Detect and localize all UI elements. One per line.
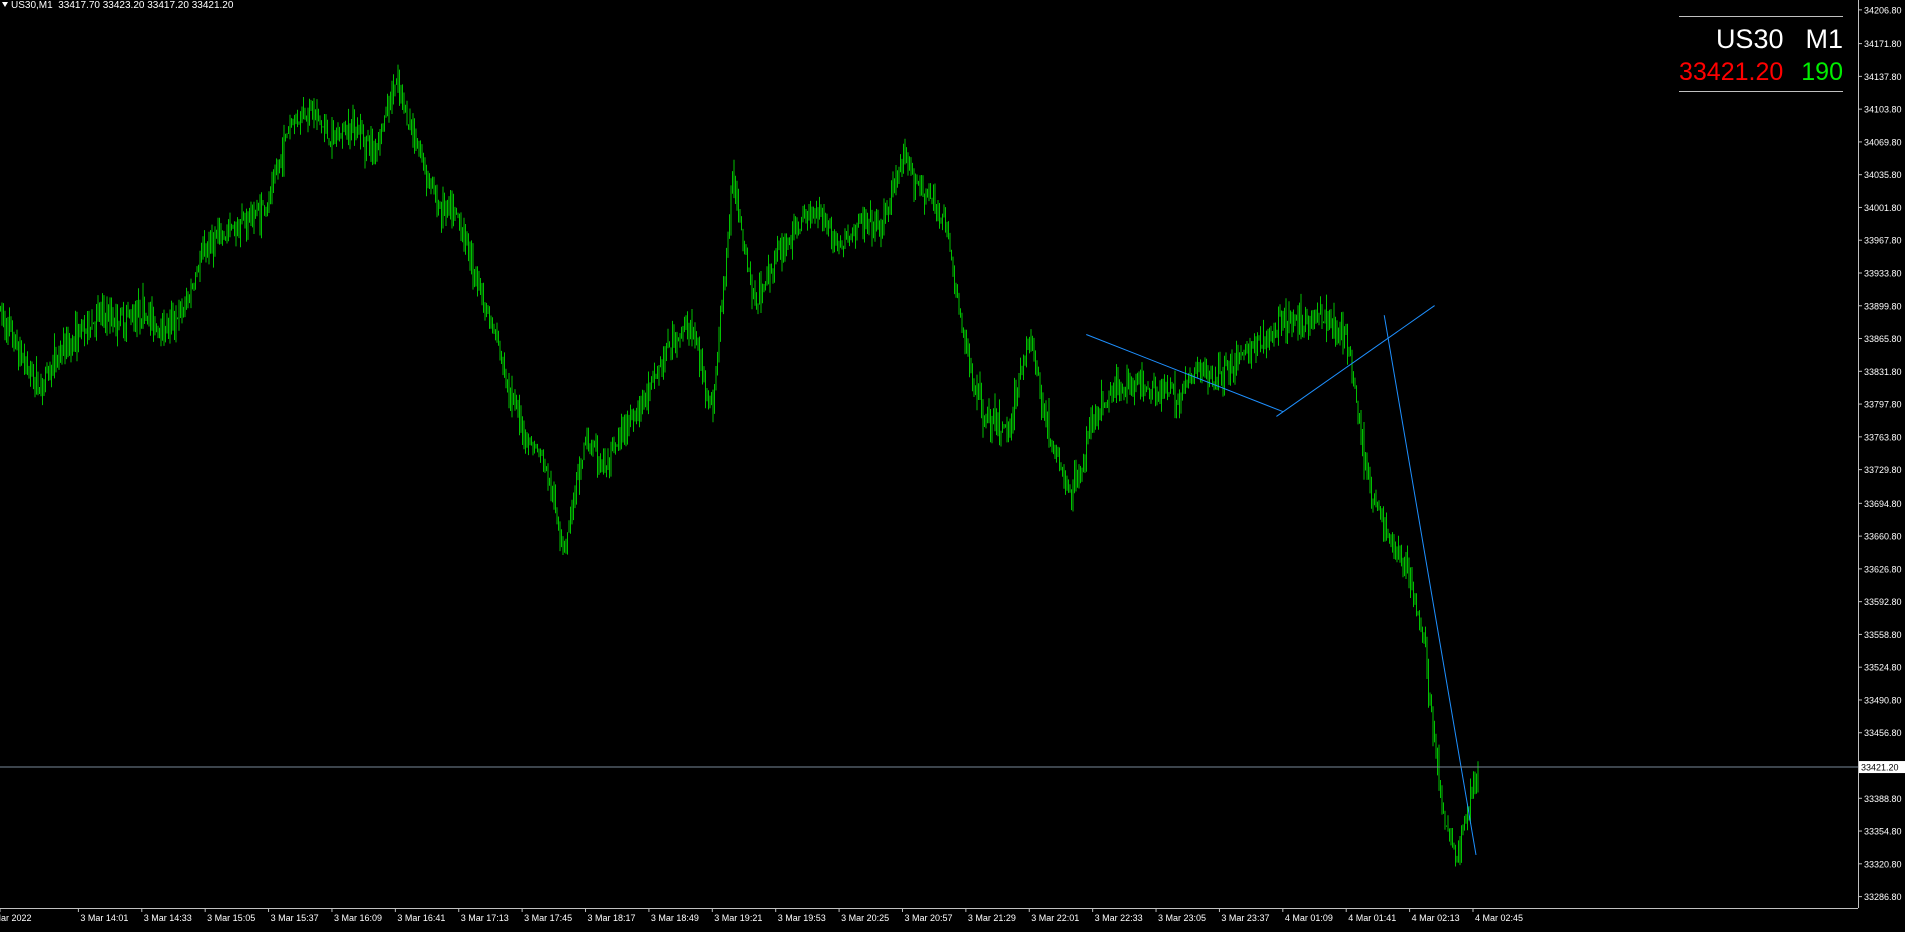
x-tick-label: 3 Mar 15:05 [207, 913, 255, 923]
panel-symbol: US30 [1715, 24, 1784, 54]
x-tick-label: 3 Mar 16:09 [334, 913, 382, 923]
symbol-info-panel: US30 M1 33421.20 190 [1679, 16, 1843, 92]
y-tick-label: 33933.80 [1864, 268, 1902, 278]
y-tick-label: 33490.80 [1864, 695, 1902, 705]
x-tick-label: 3 Mar 18:17 [588, 913, 636, 923]
x-tick-label: 3 Mar 15:37 [271, 913, 319, 923]
x-tick-label: 3 Mar 17:13 [461, 913, 509, 923]
panel-spread: 190 [1801, 58, 1843, 86]
panel-row-symbol: US30 M1 [1679, 17, 1843, 57]
chart-area[interactable]: 34206.80 34171.80 34137.80 34103.80 34069.80… [0, 0, 1905, 927]
x-tick-label: 3 Mar 19:53 [778, 913, 826, 923]
y-tick-label: 34171.80 [1864, 39, 1902, 49]
y-tick-label: 33320.80 [1864, 859, 1902, 869]
y-tick-label: 33524.80 [1864, 663, 1902, 673]
y-tick-label: 33729.80 [1864, 465, 1902, 475]
dropdown-triangle-icon[interactable] [2, 2, 8, 7]
x-tick-label: 4 Mar 02:13 [1412, 913, 1460, 923]
y-tick-label: 33388.80 [1864, 794, 1902, 804]
x-tick-label: 3 Mar 14:33 [144, 913, 192, 923]
header-ohlc: 33417.70 33423.20 33417.20 33421.20 [58, 0, 234, 11]
y-tick-label: 33694.80 [1864, 499, 1902, 509]
x-tick-label: 4 Mar 01:41 [1348, 913, 1396, 923]
x-tick-label: 3 Mar 20:25 [841, 913, 889, 923]
y-tick-label: 34069.80 [1864, 137, 1902, 147]
x-tick-label: 3 Mar 14:01 [80, 913, 128, 923]
chart-header: US30,M1 33417.70 33423.20 33417.20 33421… [0, 0, 233, 11]
panel-price: 33421.20 [1679, 58, 1784, 86]
x-tick-label: 3 Mar 18:49 [651, 913, 699, 923]
header-symbol: US30,M1 [11, 0, 53, 11]
y-tick-label: 33660.80 [1864, 532, 1902, 542]
x-tick-label: 3 Mar 23:37 [1221, 913, 1269, 923]
y-tick-label: 34035.80 [1864, 170, 1902, 180]
x-tick-label: 3 Mar 22:33 [1095, 913, 1143, 923]
y-tick-label: 33354.80 [1864, 827, 1902, 837]
x-tick-label: 2 Mar 2022 [0, 913, 32, 923]
x-tick-label: 4 Mar 02:45 [1475, 913, 1523, 923]
current-price-label: 33421.20 [1861, 763, 1899, 773]
price-chart[interactable]: 34206.80 34171.80 34137.80 34103.80 34069.80… [0, 0, 1905, 927]
y-tick-label: 33763.80 [1864, 432, 1902, 442]
y-tick-label: 34103.80 [1864, 105, 1902, 115]
y-tick-label: 33286.80 [1864, 892, 1902, 902]
y-tick-label: 33626.80 [1864, 564, 1902, 574]
y-tick-label: 34206.80 [1864, 5, 1902, 15]
x-tick-label: 3 Mar 16:41 [397, 913, 445, 923]
y-tick-label: 33967.80 [1864, 236, 1902, 246]
y-tick-label: 33456.80 [1864, 728, 1902, 738]
panel-bottom-rule [1679, 91, 1843, 92]
panel-timeframe: M1 [1805, 24, 1843, 54]
x-tick-label: 3 Mar 19:21 [714, 913, 762, 923]
y-tick-label: 34137.80 [1864, 72, 1902, 82]
y-tick-label: 33865.80 [1864, 334, 1902, 344]
x-tick-label: 3 Mar 23:05 [1158, 913, 1206, 923]
y-tick-label: 33797.80 [1864, 400, 1902, 410]
panel-row-price: 33421.20 190 [1679, 57, 1843, 91]
y-tick-label: 33899.80 [1864, 301, 1902, 311]
x-tick-label: 3 Mar 22:01 [1031, 913, 1079, 923]
x-tick-label: 3 Mar 21:29 [968, 913, 1016, 923]
x-tick-label: 3 Mar 17:45 [524, 913, 572, 923]
y-tick-label: 34001.80 [1864, 203, 1902, 213]
y-tick-label: 33831.80 [1864, 367, 1902, 377]
y-tick-label: 33558.80 [1864, 630, 1902, 640]
x-tick-label: 4 Mar 01:09 [1285, 913, 1333, 923]
x-tick-label: 3 Mar 20:57 [904, 913, 952, 923]
y-tick-label: 33592.80 [1864, 597, 1902, 607]
